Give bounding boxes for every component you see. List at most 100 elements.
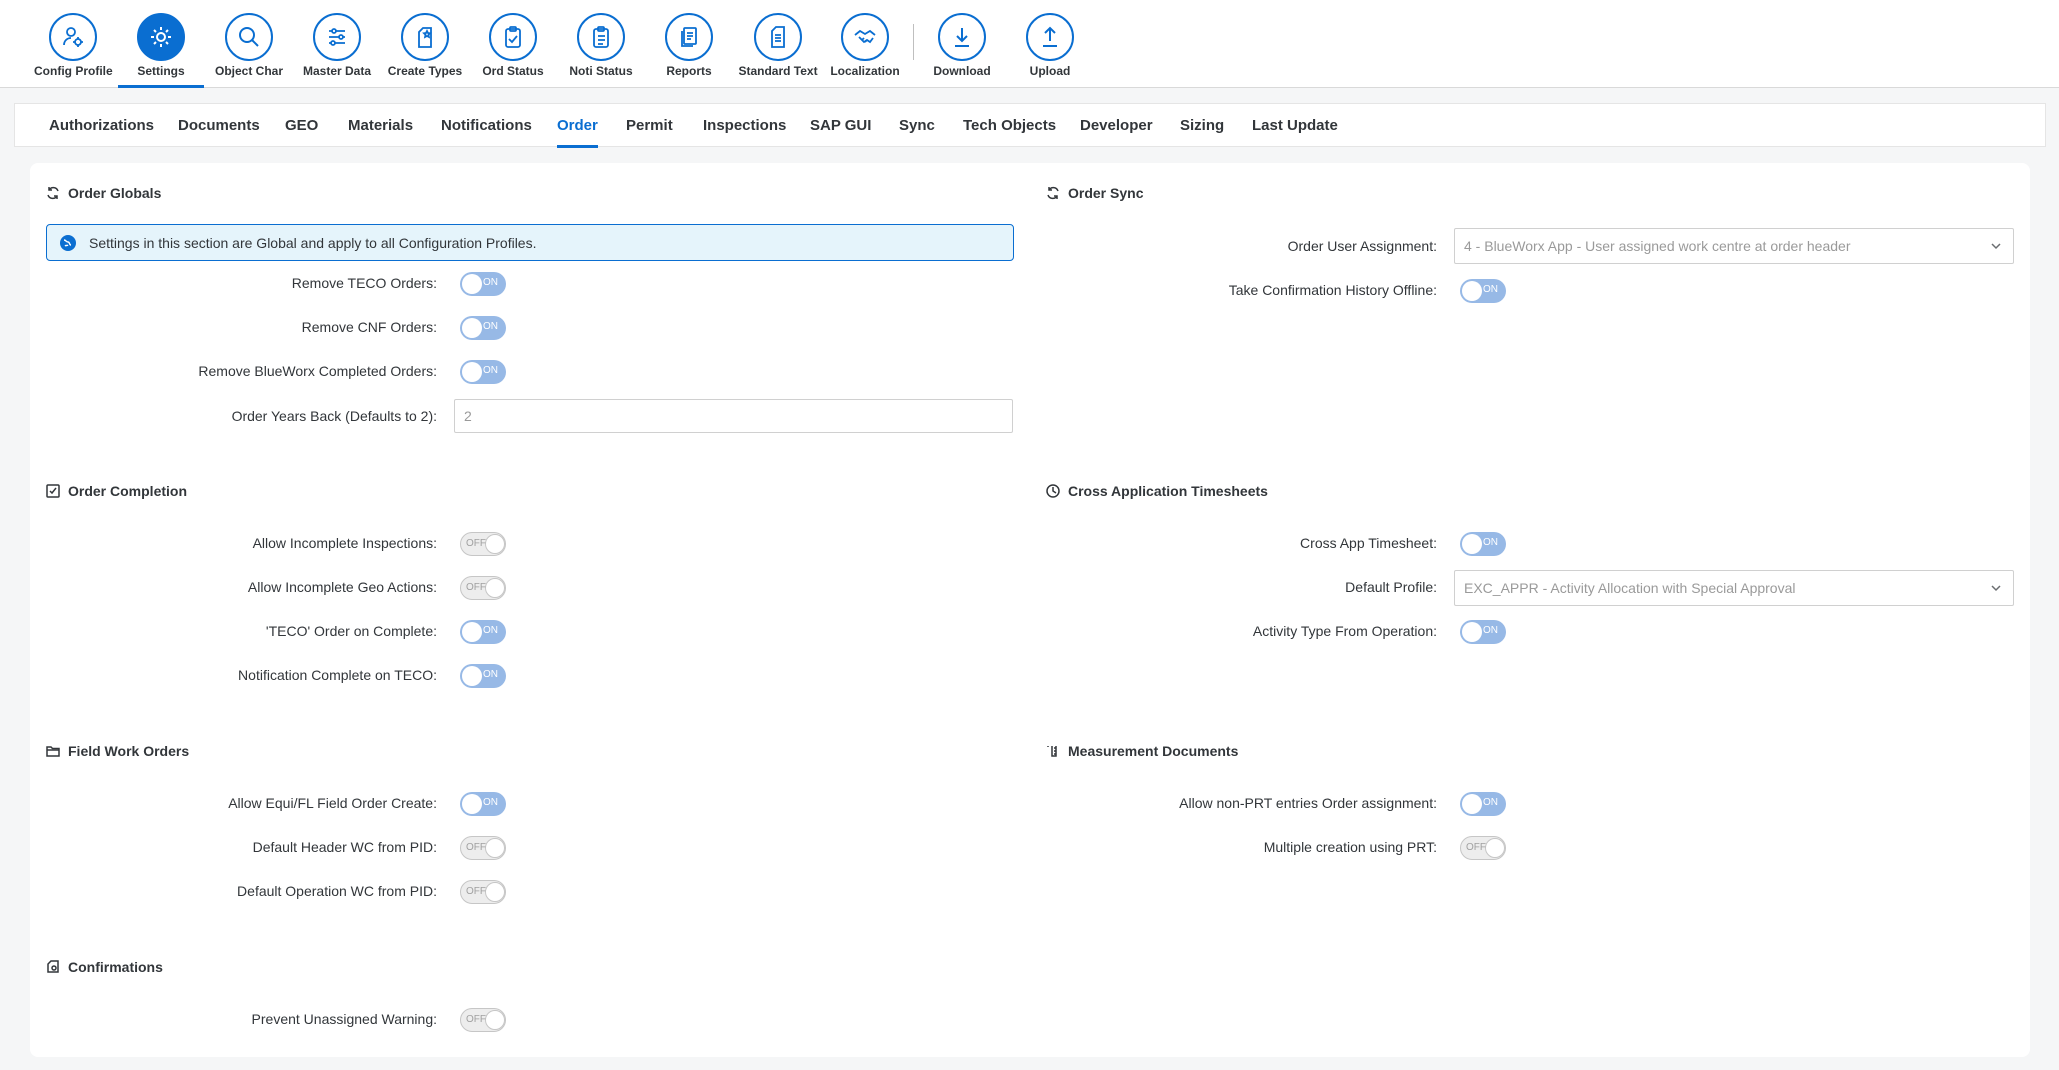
refresh-icon: [45, 185, 61, 201]
download-icon: [938, 13, 986, 61]
checkbox-icon: [45, 483, 61, 499]
tab-developer[interactable]: Developer: [1080, 104, 1153, 148]
field-label: Default Operation WC from PID:: [237, 883, 437, 899]
section-title: Order Completion: [68, 483, 188, 499]
toggle-activity-type-from-operation[interactable]: ON: [1460, 620, 1506, 644]
field-label: Allow Incomplete Geo Actions:: [247, 579, 437, 595]
tab-sizing[interactable]: Sizing: [1180, 104, 1224, 148]
switch-state: ON: [1483, 625, 1498, 636]
toolbar-create-types[interactable]: Create Types: [384, 0, 466, 88]
tab-last-update[interactable]: Last Update: [1252, 104, 1338, 148]
chevron-down-icon: [1991, 585, 2001, 592]
select-value: 4 - BlueWorx App - User assigned work ce…: [1464, 238, 1851, 254]
field-label: Multiple creation using PRT:: [1263, 839, 1437, 855]
toggle-remove-cnf-orders[interactable]: ON: [460, 316, 506, 340]
toolbar-reports[interactable]: Reports: [648, 0, 730, 88]
tab-geo[interactable]: GEO: [285, 104, 318, 148]
toggle-allow-non-prt-entries[interactable]: ON: [1460, 792, 1506, 816]
toggle-notification-complete-teco[interactable]: ON: [460, 664, 506, 688]
tab-documents[interactable]: Documents: [178, 104, 260, 148]
field-label: Notification Complete on TECO:: [238, 667, 437, 683]
toolbar-label: Ord Status: [482, 64, 544, 78]
handshake-icon: [841, 13, 889, 61]
switch-state: ON: [483, 321, 498, 332]
clipboard-check-icon: [489, 13, 537, 61]
clipboard-list-icon: [577, 13, 625, 61]
tab-inspections[interactable]: Inspections: [703, 104, 786, 148]
tab-tech-objects[interactable]: Tech Objects: [963, 104, 1056, 148]
toggle-allow-equi-fl-field-order[interactable]: ON: [460, 792, 506, 816]
section-order-sync: Order Sync: [1045, 185, 1143, 201]
tab-sync[interactable]: Sync: [899, 104, 935, 148]
toggle-take-confirmation-history[interactable]: ON: [1460, 279, 1506, 303]
toolbar-localization[interactable]: Localization: [824, 0, 906, 88]
globe-icon: [59, 234, 77, 252]
switch-state: OFF: [1466, 842, 1486, 853]
toolbar-label: Noti Status: [569, 64, 633, 78]
toolbar-ord-status[interactable]: Ord Status: [474, 0, 552, 88]
toggle-remove-teco-orders[interactable]: ON: [460, 272, 506, 296]
toolbar-object-char[interactable]: Object Char: [209, 0, 289, 88]
tab-order[interactable]: Order: [557, 104, 598, 148]
toolbar-noti-status[interactable]: Noti Status: [561, 0, 641, 88]
config-profile-icon: [49, 13, 97, 61]
switch-state: ON: [483, 797, 498, 808]
toggle-prevent-unassigned-warning[interactable]: OFF: [460, 1008, 506, 1032]
toolbar-download[interactable]: Download: [922, 0, 1002, 88]
confirmation-icon: [45, 959, 61, 975]
toggle-default-operation-wc[interactable]: OFF: [460, 880, 506, 904]
toggle-cross-app-timesheet[interactable]: ON: [1460, 532, 1506, 556]
field-label: Remove CNF Orders:: [301, 319, 437, 335]
field-label: Order User Assignment:: [1287, 238, 1437, 254]
switch-state: ON: [483, 669, 498, 680]
toggle-allow-incomplete-geo[interactable]: OFF: [460, 576, 506, 600]
toolbar-settings[interactable]: Settings: [118, 0, 204, 88]
switch-state: OFF: [466, 538, 486, 549]
select-value: EXC_APPR - Activity Allocation with Spec…: [1464, 580, 1796, 596]
section-measurement-documents: Measurement Documents: [1045, 743, 1238, 759]
toolbar-upload[interactable]: Upload: [1010, 0, 1090, 88]
toggle-teco-order-on-complete[interactable]: ON: [460, 620, 506, 644]
tab-materials[interactable]: Materials: [348, 104, 413, 148]
toolbar-config-profile[interactable]: Config Profile: [34, 0, 113, 88]
toggle-remove-blueworx-completed[interactable]: ON: [460, 360, 506, 384]
switch-state: OFF: [466, 886, 486, 897]
section-title: Field Work Orders: [68, 743, 190, 759]
toggle-allow-incomplete-inspections[interactable]: OFF: [460, 532, 506, 556]
toolbar-label: Config Profile: [34, 64, 113, 78]
switch-state: ON: [483, 277, 498, 288]
field-label: 'TECO' Order on Complete:: [265, 623, 437, 639]
measurement-icon: [1045, 743, 1061, 759]
upload-icon: [1026, 13, 1074, 61]
order-years-back-input[interactable]: 2: [454, 399, 1013, 433]
section-order-globals: Order Globals: [45, 185, 161, 201]
tab-sap-gui[interactable]: SAP GUI: [810, 104, 871, 148]
field-label: Remove TECO Orders:: [291, 275, 437, 291]
toolbar-label: Master Data: [302, 64, 372, 78]
default-profile-select[interactable]: EXC_APPR - Activity Allocation with Spec…: [1454, 570, 2014, 606]
top-toolbar: Config Profile Settings Object Char Mast…: [0, 0, 2059, 88]
toolbar-label: Settings: [137, 64, 185, 78]
switch-state: OFF: [466, 842, 486, 853]
section-order-completion: Order Completion: [45, 483, 187, 499]
tab-permit[interactable]: Permit: [626, 104, 673, 148]
field-label: Allow non-PRT entries Order assignment:: [1179, 795, 1437, 811]
section-confirmations: Confirmations: [45, 959, 163, 975]
switch-state: ON: [483, 365, 498, 376]
folder-icon: [45, 743, 61, 759]
toggle-multiple-creation-prt[interactable]: OFF: [1460, 836, 1506, 860]
field-label: Take Confirmation History Offline:: [1228, 282, 1437, 298]
field-label: Default Profile:: [1345, 579, 1437, 595]
order-user-assignment-select[interactable]: 4 - BlueWorx App - User assigned work ce…: [1454, 228, 2014, 264]
tab-notifications[interactable]: Notifications: [441, 104, 532, 148]
section-field-work-orders: Field Work Orders: [45, 743, 189, 759]
toolbar-standard-text[interactable]: Standard Text: [733, 0, 823, 88]
field-label: Prevent Unassigned Warning:: [251, 1011, 437, 1027]
field-label: Allow Equi/FL Field Order Create:: [228, 795, 437, 811]
tab-authorizations[interactable]: Authorizations: [49, 104, 154, 148]
field-label: Default Header WC from PID:: [252, 839, 437, 855]
reports-icon: [665, 13, 713, 61]
toolbar-master-data[interactable]: Master Data: [296, 0, 378, 88]
section-title: Cross Application Timesheets: [1068, 483, 1268, 499]
toggle-default-header-wc[interactable]: OFF: [460, 836, 506, 860]
